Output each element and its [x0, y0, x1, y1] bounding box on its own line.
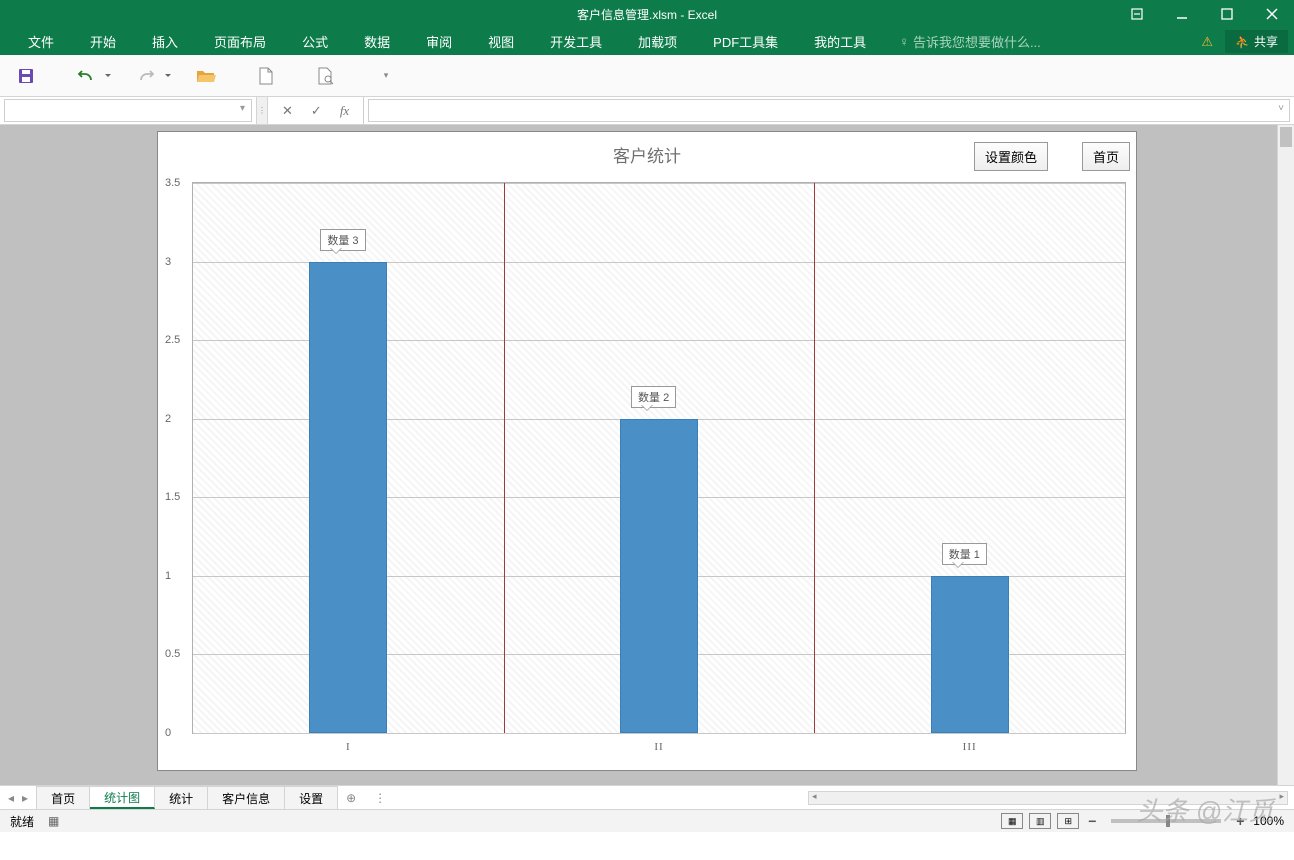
y-tick: 1.5	[165, 491, 180, 503]
zoom-slider[interactable]	[1111, 819, 1221, 823]
zoom-in-button[interactable]: +	[1233, 813, 1247, 829]
y-tick: 2.5	[165, 334, 180, 346]
home-button[interactable]: 首页	[1082, 142, 1130, 171]
view-page-break[interactable]: ⊞	[1057, 813, 1079, 829]
view-page-layout[interactable]: ▥	[1029, 813, 1051, 829]
redo-button[interactable]	[135, 65, 157, 87]
x-tick: III	[963, 741, 977, 753]
macro-record-icon[interactable]: ▦	[48, 814, 59, 828]
tab-review[interactable]: 审阅	[408, 28, 470, 55]
horizontal-scrollbar[interactable]	[808, 791, 1288, 805]
sheet-tab-1[interactable]: 统计图	[90, 786, 155, 809]
tab-layout[interactable]: 页面布局	[196, 28, 284, 55]
sheet-tab-3[interactable]: 客户信息	[208, 786, 285, 809]
y-tick: 2	[165, 413, 171, 425]
warning-icon[interactable]: ⚠	[1201, 34, 1213, 50]
formula-input[interactable]	[368, 99, 1290, 122]
tab-developer[interactable]: 开发工具	[532, 28, 620, 55]
tab-insert[interactable]: 插入	[134, 28, 196, 55]
tell-me-box[interactable]: ♀告诉我您想要做什么...	[899, 28, 1041, 55]
status-ready: 就绪	[10, 813, 34, 830]
fbar-sep[interactable]: ⋮	[256, 97, 268, 124]
sheet-tab-2[interactable]: 统计	[155, 786, 208, 809]
ribbon-options-button[interactable]	[1114, 0, 1159, 28]
tab-data[interactable]: 数据	[346, 28, 408, 55]
zoom-level[interactable]: 100%	[1253, 814, 1284, 828]
share-button[interactable]: ⛹共享	[1225, 30, 1288, 53]
data-label: 数量 2	[631, 386, 676, 408]
y-tick: 0	[165, 727, 171, 739]
confirm-formula-button[interactable]: ✓	[311, 103, 322, 119]
tab-file[interactable]: 文件	[10, 28, 72, 55]
tab-home[interactable]: 开始	[72, 28, 134, 55]
chart-object[interactable]: 客户统计 设置颜色 首页 00.511.522.533.5I数量 3II数量 2…	[157, 131, 1137, 771]
x-tick: II	[654, 741, 663, 753]
tab-addins[interactable]: 加载项	[620, 28, 695, 55]
add-sheet-button[interactable]: ⊕	[338, 786, 364, 809]
data-label: 数量 1	[942, 543, 987, 565]
qat-customize[interactable]: ▾	[375, 65, 397, 87]
set-color-button[interactable]: 设置颜色	[974, 142, 1048, 171]
maximize-button[interactable]	[1204, 0, 1249, 28]
sheet-tab-options[interactable]: ⋮	[364, 786, 396, 809]
sheet-tab-4[interactable]: 设置	[285, 786, 338, 809]
close-button[interactable]	[1249, 0, 1294, 28]
fx-button[interactable]: fx	[340, 103, 349, 119]
y-tick: 0.5	[165, 648, 180, 660]
vertical-scrollbar[interactable]	[1277, 125, 1294, 785]
open-button[interactable]	[195, 65, 217, 87]
minimize-button[interactable]	[1159, 0, 1204, 28]
x-tick: I	[346, 741, 351, 753]
tab-pdf[interactable]: PDF工具集	[695, 28, 796, 55]
preview-button[interactable]	[315, 65, 337, 87]
save-button[interactable]	[15, 65, 37, 87]
tab-mytools[interactable]: 我的工具	[796, 28, 884, 55]
plot-area[interactable]: 00.511.522.533.5I数量 3II数量 2III数量 1	[192, 182, 1126, 734]
y-tick: 1	[165, 570, 171, 582]
undo-button[interactable]	[75, 65, 97, 87]
cancel-formula-button[interactable]: ✕	[282, 103, 293, 119]
y-tick: 3	[165, 256, 171, 268]
y-tick: 3.5	[165, 177, 180, 189]
tab-view[interactable]: 视图	[470, 28, 532, 55]
window-title: 客户信息管理.xlsm - Excel	[577, 6, 717, 23]
sheet-tab-0[interactable]: 首页	[36, 786, 90, 809]
sheet-nav-next[interactable]: ▸	[22, 791, 28, 805]
tab-formula[interactable]: 公式	[284, 28, 346, 55]
zoom-out-button[interactable]: −	[1085, 813, 1099, 829]
bar[interactable]	[931, 576, 1009, 733]
sheet-nav-prev[interactable]: ◂	[8, 791, 14, 805]
name-box[interactable]	[4, 99, 252, 122]
bar[interactable]	[620, 419, 698, 733]
bar[interactable]	[309, 262, 387, 733]
data-label: 数量 3	[320, 229, 365, 251]
new-button[interactable]	[255, 65, 277, 87]
view-normal[interactable]: ▦	[1001, 813, 1023, 829]
